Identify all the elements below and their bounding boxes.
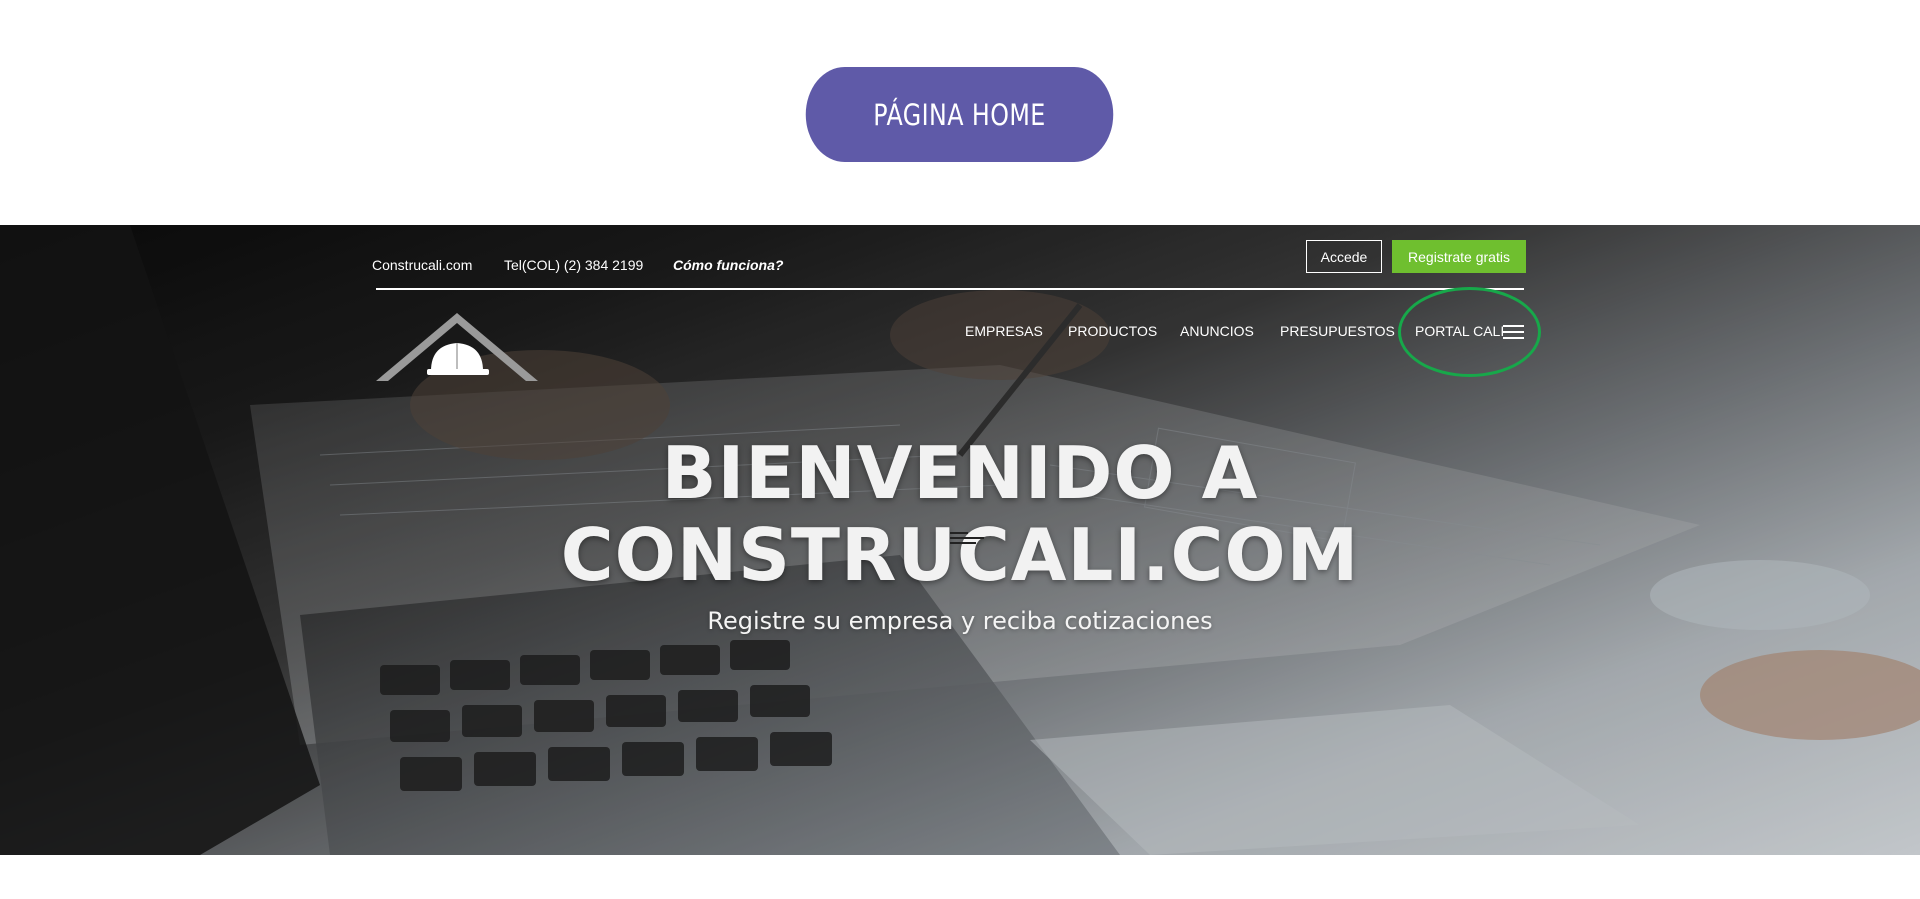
nav-anuncios[interactable]: ANUNCIOS [1180, 323, 1254, 339]
login-button[interactable]: Accede [1306, 240, 1382, 273]
highlight-circle [1398, 287, 1541, 377]
nav-productos[interactable]: PRODUCTOS [1068, 323, 1157, 339]
top-section: PÁGINA HOME [0, 0, 1920, 225]
hero-subtitle: Registre su empresa y reciba cotizacione… [707, 607, 1213, 635]
nav-empresas[interactable]: EMPRESAS [965, 323, 1043, 339]
nav-presupuestos[interactable]: PRESUPUESTOS [1280, 323, 1395, 339]
site-name-link[interactable]: Construcali.com [372, 257, 472, 273]
helmet-logo-icon[interactable] [376, 313, 538, 388]
hero-title-line1: BIENVENIDO A [661, 431, 1259, 515]
register-button[interactable]: Registrate gratis [1392, 240, 1526, 273]
how-it-works-link[interactable]: Cómo funciona? [673, 257, 783, 273]
hero-section: Construcali.com Tel(COL) (2) 384 2199 Có… [0, 225, 1920, 855]
phone-number: Tel(COL) (2) 384 2199 [504, 257, 644, 273]
text-align-icon [950, 532, 984, 544]
home-page-button[interactable]: PÁGINA HOME [805, 67, 1114, 162]
hero-title-line2: CONSTRUCALI.COM [560, 513, 1360, 597]
header-divider [376, 288, 1524, 290]
